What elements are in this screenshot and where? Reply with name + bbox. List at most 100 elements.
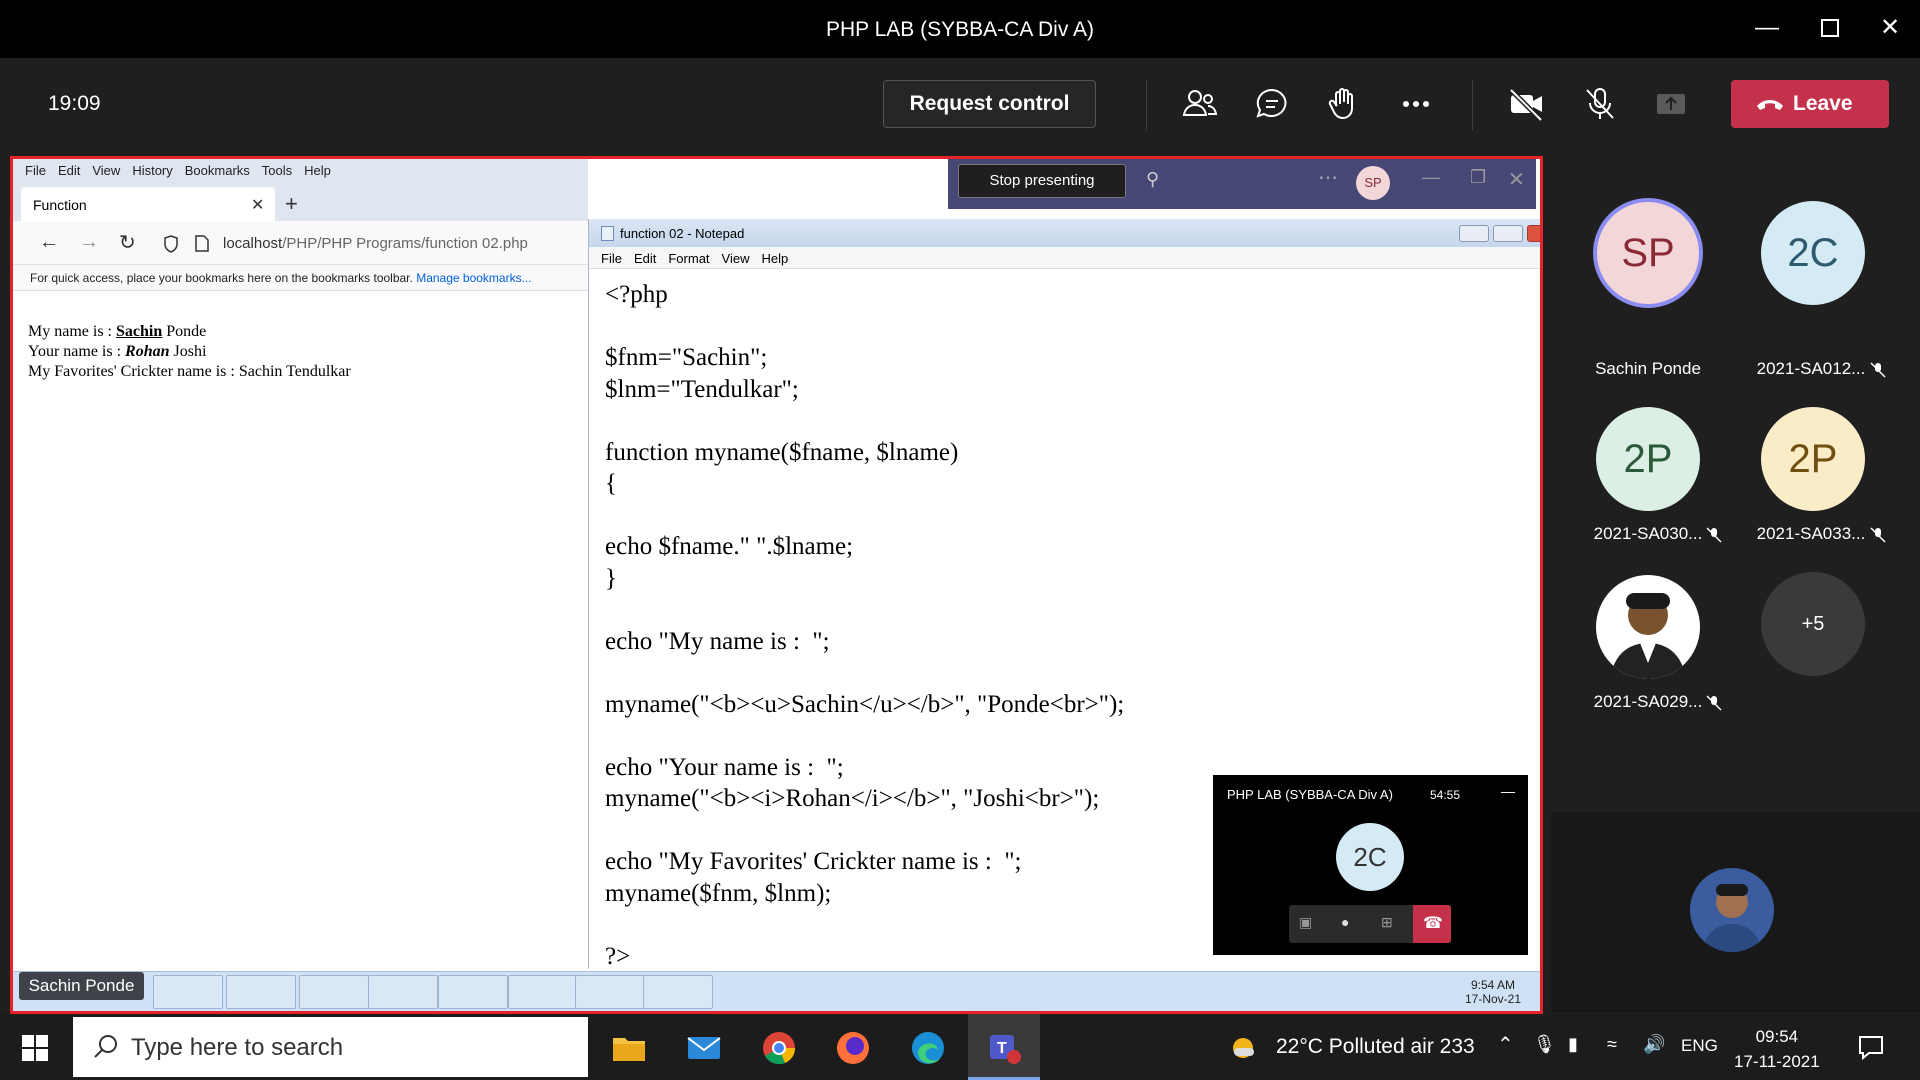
menu-file[interactable]: File [25, 163, 46, 178]
output-line: My name is : Sachin Ponde [28, 323, 207, 340]
firefox-taskbar-button[interactable] [575, 975, 645, 1009]
minimize-icon[interactable]: — [1501, 783, 1515, 799]
meeting-mini-window[interactable]: PHP LAB (SYBBA-CA Div A) 54:55 — 2C ▣ ● … [1213, 775, 1528, 955]
participant-avatar[interactable]: 2P [1596, 407, 1700, 511]
file-explorer-icon[interactable] [609, 1028, 649, 1068]
mic-tray-icon[interactable]: 🎙 [1533, 1034, 1556, 1055]
people-icon[interactable] [1180, 84, 1220, 124]
page-content: My name is : Sachin Ponde Your name is :… [28, 322, 351, 382]
chevron-up-icon[interactable]: ⌃ [1497, 1032, 1514, 1057]
maximize-icon[interactable] [1493, 225, 1523, 242]
participant-photo-avatar[interactable] [1596, 575, 1700, 679]
stop-presenting-button[interactable]: Stop presenting [958, 164, 1126, 198]
close-icon[interactable]: ✕ [1508, 167, 1525, 192]
mic-off-icon[interactable] [1580, 84, 1620, 124]
menu-help[interactable]: Help [304, 163, 331, 178]
menu-format[interactable]: Format [668, 251, 709, 266]
weather-status[interactable]: 22°C Polluted air 233 [1276, 1035, 1475, 1059]
language-indicator[interactable]: ENG [1681, 1036, 1718, 1056]
chrome-icon[interactable] [759, 1028, 799, 1068]
divider [1472, 80, 1473, 130]
close-tab-icon[interactable]: ✕ [251, 195, 264, 215]
minimize-icon[interactable]: — [1422, 167, 1440, 188]
notepad-title-bar: function 02 - Notepad [589, 219, 1540, 247]
menu-view[interactable]: View [722, 251, 750, 266]
wifi-icon[interactable]: ≈ [1607, 1034, 1617, 1055]
volume-icon[interactable]: 🔊 [1643, 1034, 1665, 1055]
back-icon[interactable]: ← [39, 231, 59, 254]
chat-icon[interactable] [1252, 84, 1292, 124]
menu-help[interactable]: Help [761, 251, 788, 266]
leave-button[interactable]: Leave [1731, 80, 1889, 128]
forward-icon[interactable]: → [79, 231, 99, 254]
participant-avatar[interactable]: 2C [1761, 201, 1865, 305]
self-avatar[interactable] [1690, 868, 1774, 952]
share-icon[interactable]: ⊞ [1381, 914, 1393, 931]
browser-tab[interactable]: Function ✕ [21, 187, 275, 221]
maximize-icon[interactable] [1816, 14, 1844, 42]
menu-file[interactable]: File [601, 251, 622, 266]
mini-call-controls: ▣ ● ⊞ ☎ [1289, 905, 1451, 943]
camera-off-icon[interactable]: ▣ [1299, 914, 1312, 931]
explorer-taskbar-button[interactable] [299, 975, 369, 1009]
more-icon[interactable]: ⋯ [1318, 165, 1338, 190]
mail-icon[interactable] [684, 1028, 724, 1068]
manage-bookmarks-link[interactable]: Manage bookmarks... [416, 271, 531, 285]
participant-avatar[interactable]: SP [1593, 198, 1703, 308]
minimize-icon[interactable]: — [1753, 14, 1781, 42]
mini-window-title: PHP LAB (SYBBA-CA Div A) [1227, 787, 1393, 802]
pin-icon[interactable]: ⚲ [1146, 169, 1159, 190]
edge-icon[interactable] [908, 1028, 948, 1068]
windows-start-icon[interactable] [22, 1035, 48, 1061]
menu-edit[interactable]: Edit [58, 163, 80, 178]
sql-taskbar-button[interactable] [226, 975, 296, 1009]
minimize-icon[interactable] [1459, 225, 1489, 242]
meeting-toolbar: 19:09 Request control Leave [0, 58, 1920, 156]
chrome-taskbar-button[interactable] [153, 975, 223, 1009]
raise-hand-icon[interactable] [1324, 84, 1364, 124]
menu-history[interactable]: History [132, 163, 172, 178]
close-icon[interactable]: ✕ [1876, 14, 1904, 42]
taskbar-date: 17-11-2021 [1734, 1052, 1820, 1071]
more-participants-button[interactable]: +5 [1761, 572, 1865, 676]
menu-edit[interactable]: Edit [634, 251, 656, 266]
folder-taskbar-button[interactable] [438, 975, 508, 1009]
taskbar-search-box[interactable]: Type here to search [73, 1017, 588, 1077]
menu-bookmarks[interactable]: Bookmarks [185, 163, 250, 178]
mic-icon[interactable]: ● [1341, 914, 1349, 930]
taskbar-clock[interactable]: 09:54 17-11-2021 [1734, 1024, 1820, 1074]
window-title: PHP LAB (SYBBA-CA Div A) [825, 18, 1095, 41]
url-path: /PHP/PHP Programs/function 02.php [282, 235, 528, 252]
bookmarks-hint: For quick access, place your bookmarks h… [30, 271, 413, 285]
menu-view[interactable]: View [92, 163, 120, 178]
menu-tools[interactable]: Tools [262, 163, 292, 178]
self-photo [1702, 884, 1762, 952]
firefox-icon[interactable] [833, 1028, 873, 1068]
reload-icon[interactable]: ↻ [119, 230, 136, 255]
output-line: My Favorites' Crickter name is : Sachin … [28, 363, 351, 380]
battery-icon[interactable]: ▮ [1568, 1034, 1578, 1055]
mic-off-icon [1706, 695, 1722, 711]
url-bar[interactable]: localhost/PHP/PHP Programs/function 02.p… [223, 235, 528, 252]
shield-icon[interactable] [163, 235, 179, 253]
share-tray-icon[interactable] [1651, 84, 1691, 124]
restore-icon[interactable]: ❐ [1470, 167, 1486, 188]
more-icon[interactable] [1396, 84, 1436, 124]
output-line: Your name is : Rohan Joshi [28, 343, 207, 360]
participant-avatar[interactable]: 2P [1761, 407, 1865, 511]
hang-up-icon: ☎ [1423, 915, 1443, 932]
request-control-button[interactable]: Request control [883, 80, 1096, 128]
notification-icon[interactable] [1857, 1033, 1885, 1061]
notepad-text-area[interactable]: <?php $fnm="Sachin"; $lnm="Tendulkar"; f… [605, 279, 1124, 972]
teams-taskbar-button[interactable]: T [968, 1014, 1040, 1080]
notepad-taskbar-button[interactable] [643, 975, 713, 1009]
camera-off-icon[interactable] [1507, 84, 1547, 124]
firefox-nav-bar: ← → ↻ localhost/PHP/PHP Programs/functio… [13, 221, 588, 265]
teams-taskbar-button[interactable] [508, 975, 578, 1009]
cmd-taskbar-button[interactable] [368, 975, 438, 1009]
close-icon[interactable] [1527, 225, 1540, 242]
new-tab-icon[interactable]: + [285, 191, 298, 217]
shared-screen: File Edit View History Bookmarks Tools Help Fu… [10, 156, 1543, 1014]
hang-up-button[interactable]: ☎ [1413, 905, 1451, 943]
search-placeholder: Type here to search [131, 1034, 344, 1061]
